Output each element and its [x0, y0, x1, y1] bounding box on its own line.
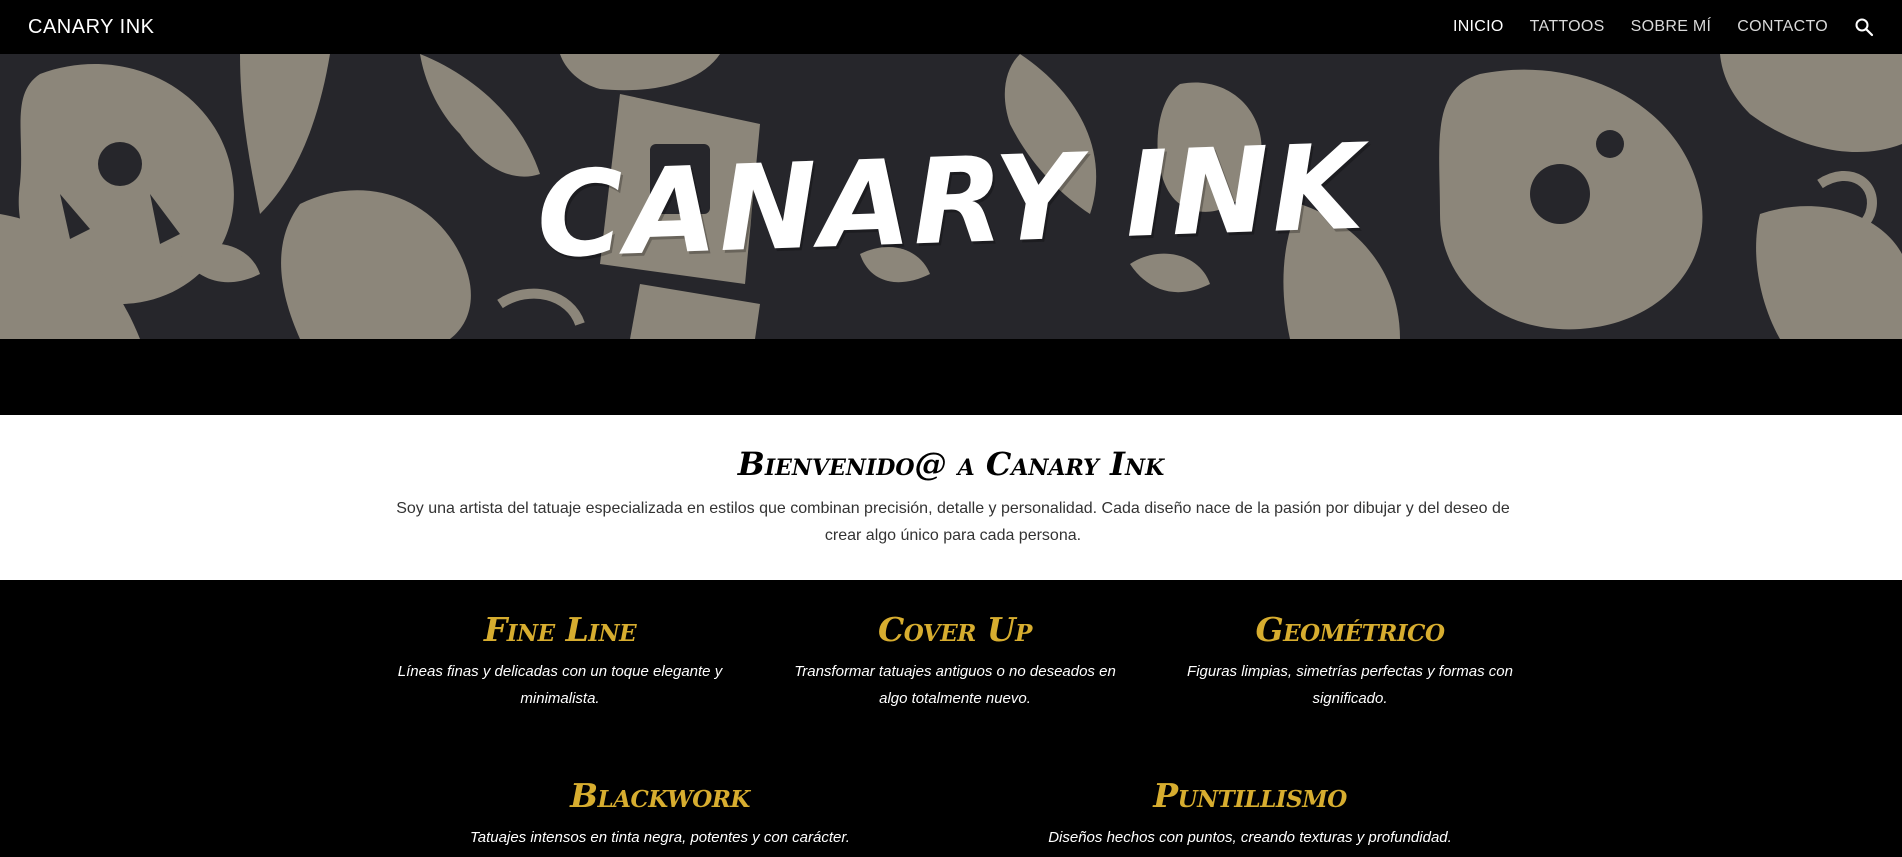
style-description: Figuras limpias, simetrías perfectas y f…	[1187, 663, 1513, 707]
search-icon[interactable]	[1854, 17, 1874, 37]
style-description: Tatuajes intensos en tinta negra, potent…	[470, 829, 850, 846]
nav-link-tattoos[interactable]: TATTOOS	[1530, 18, 1605, 36]
brand-logo-link[interactable]: CANARY INK	[28, 16, 155, 39]
tattoo-styles-section: Fine Line Líneas finas y delicadas con u…	[0, 580, 1902, 857]
style-card-blackwork: Blackwork Tatuajes intensos en tinta neg…	[440, 776, 880, 851]
nav-link-sobre-mi[interactable]: SOBRE MÍ	[1631, 18, 1712, 36]
style-title: Blackwork	[570, 776, 750, 815]
style-card-fine-line: Fine Line Líneas finas y delicadas con u…	[395, 610, 725, 712]
intro-text: Soy una artista del tatuaje especializad…	[396, 500, 1510, 544]
nav-link-inicio[interactable]: INICIO	[1453, 18, 1504, 36]
hero-banner: CANARY INK	[0, 54, 1902, 339]
style-title: Puntillismo	[1153, 776, 1347, 815]
hero-bottom-band	[0, 339, 1902, 415]
style-description: Transformar tatuajes antiguos o no desea…	[794, 663, 1116, 707]
style-card-puntillismo: Puntillismo Diseños hechos con puntos, c…	[1030, 776, 1470, 851]
top-navbar: CANARY INK INICIO TATTOOS SOBRE MÍ CONTA…	[0, 0, 1902, 54]
style-title: Cover Up	[878, 610, 1032, 649]
intro-title: Bienvenido@ a Canary Ink	[737, 445, 1165, 483]
style-description: Líneas finas y delicadas con un toque el…	[397, 663, 723, 707]
style-card-geometrico: Geométrico Figuras limpias, simetrías pe…	[1180, 610, 1520, 712]
style-title: Geométrico	[1255, 610, 1445, 649]
style-title: Fine Line	[483, 610, 637, 649]
style-description: Diseños hechos con puntos, creando textu…	[1048, 829, 1452, 846]
style-card-cover-up: Cover Up Transformar tatuajes antiguos o…	[780, 610, 1130, 712]
nav-menu: INICIO TATTOOS SOBRE MÍ CONTACTO	[1453, 17, 1874, 37]
nav-link-contacto[interactable]: CONTACTO	[1737, 18, 1828, 36]
intro-section: Bienvenido@ a Canary Ink Soy una artista…	[0, 415, 1902, 580]
